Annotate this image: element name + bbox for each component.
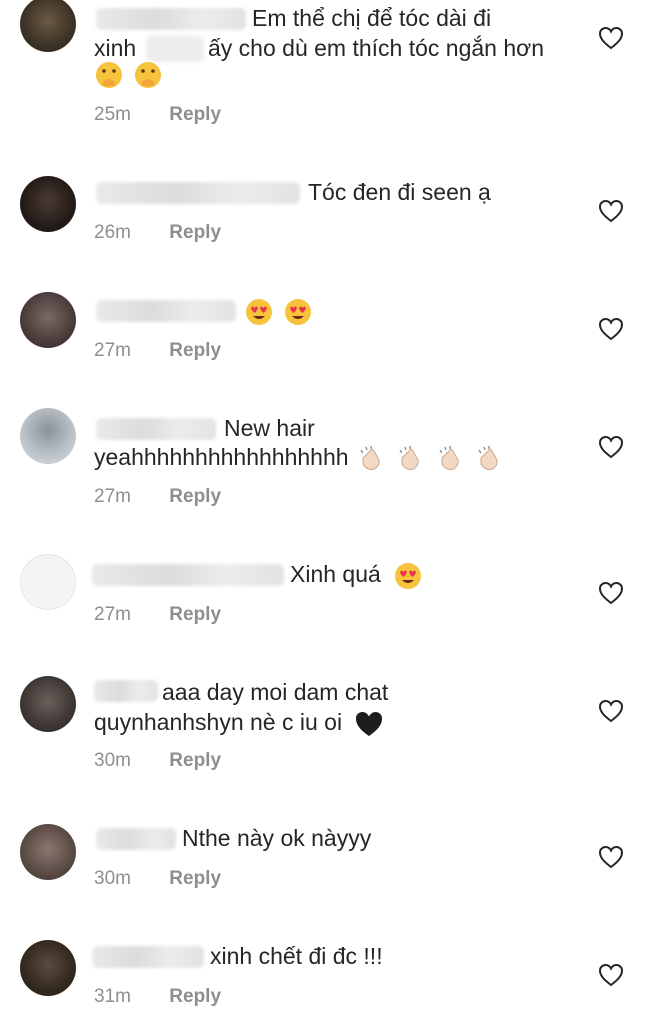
comment-meta: 30m Reply: [94, 750, 221, 772]
blurred-username: [96, 300, 236, 322]
avatar[interactable]: [20, 176, 76, 232]
heart-outline-icon[interactable]: [598, 845, 624, 869]
comment-time: 30m: [94, 868, 131, 889]
comment-time: 30m: [94, 750, 131, 771]
reply-button[interactable]: Reply: [169, 340, 221, 361]
reply-button[interactable]: Reply: [169, 104, 221, 125]
comment-text: Nthe này ok nàyyy: [182, 825, 372, 851]
comment-meta: 27m Reply: [94, 486, 221, 508]
clapping-hands-emoji: [439, 445, 459, 470]
emoji-row: [94, 58, 166, 90]
heart-outline-icon[interactable]: [598, 435, 624, 459]
comment-text-line-1: aaa day moi dam chat: [162, 679, 389, 705]
comment-time: 25m: [94, 104, 131, 125]
reply-button[interactable]: Reply: [169, 986, 221, 1007]
comments-list: Em thể chị để tóc dài đi xinh ấy cho dù …: [0, 0, 660, 1020]
comment-meta: 27m Reply: [94, 340, 221, 362]
heart-outline-icon[interactable]: [598, 26, 624, 50]
avatar[interactable]: [20, 676, 76, 732]
comment-time: 27m: [94, 604, 131, 625]
clapping-hands-emoji: [399, 445, 419, 470]
emoji-row: [244, 295, 316, 327]
heart-outline-icon[interactable]: [598, 963, 624, 987]
reply-button[interactable]: Reply: [169, 868, 221, 889]
face-with-hand-over-mouth-emoji: [96, 61, 122, 88]
blurred-username: [96, 182, 300, 204]
comment-time: 27m: [94, 486, 131, 507]
clapping-hands-emoji: [478, 445, 498, 470]
reply-button[interactable]: Reply: [169, 486, 221, 507]
comment-text-line-1: New hair: [224, 415, 315, 441]
comment-text-line-1: Em thể chị để tóc dài đi: [252, 5, 492, 31]
comment-text: xinh chết đi đc !!!: [210, 943, 383, 969]
heart-outline-icon[interactable]: [598, 199, 624, 223]
avatar[interactable]: [20, 940, 76, 996]
blurred-username: [96, 418, 216, 440]
comment-text-line-2: yeahhhhhhhhhhhhhhhhh: [94, 442, 506, 474]
comment-time: 26m: [94, 222, 131, 243]
reply-button[interactable]: Reply: [169, 604, 221, 625]
comment-meta: 25m Reply: [94, 104, 221, 126]
black-heart-emoji: [356, 711, 383, 736]
comment-text-line-2: ấy cho dù em thích tóc ngắn hơn: [208, 35, 545, 61]
blurred-username: [96, 8, 246, 30]
comment-time: 27m: [94, 340, 131, 361]
comment-text: Xinh quá: [290, 561, 381, 587]
heart-outline-icon[interactable]: [598, 317, 624, 341]
comment-meta: 26m Reply: [94, 222, 221, 244]
blurred-username: [96, 828, 176, 850]
comment-meta: 27m Reply: [94, 604, 221, 626]
comment-text-word: yeahhhhhhhhhhhhhhhhh: [94, 444, 349, 470]
comment-text-line-2: quynhanhshyn nè c iu oi: [94, 707, 387, 739]
comment-text: Tóc đen đi seen ạ: [308, 179, 491, 205]
heart-eyes-emoji: [395, 562, 422, 589]
heart-eyes-emoji: [285, 298, 312, 325]
heart-eyes-emoji: [246, 298, 272, 325]
comment-text: quynhanhshyn nè c iu oi: [94, 709, 343, 735]
clapping-hands-emoji: [360, 445, 380, 470]
face-with-hand-over-mouth-emoji: [135, 61, 162, 88]
avatar[interactable]: [20, 0, 76, 52]
reply-button[interactable]: Reply: [169, 222, 221, 243]
heart-outline-icon[interactable]: [598, 581, 624, 605]
avatar[interactable]: [20, 292, 76, 348]
blurred-username: [94, 680, 158, 702]
avatar[interactable]: [20, 408, 76, 464]
avatar[interactable]: [20, 554, 76, 610]
comment-meta: 31m Reply: [94, 986, 221, 1008]
blurred-username: [92, 946, 204, 968]
heart-outline-icon[interactable]: [598, 699, 624, 723]
comment-text-row: Xinh quá: [290, 559, 426, 591]
reply-button[interactable]: Reply: [169, 750, 221, 771]
comment-time: 31m: [94, 986, 131, 1007]
comment-meta: 30m Reply: [94, 868, 221, 890]
blurred-username: [92, 564, 284, 586]
avatar[interactable]: [20, 824, 76, 880]
